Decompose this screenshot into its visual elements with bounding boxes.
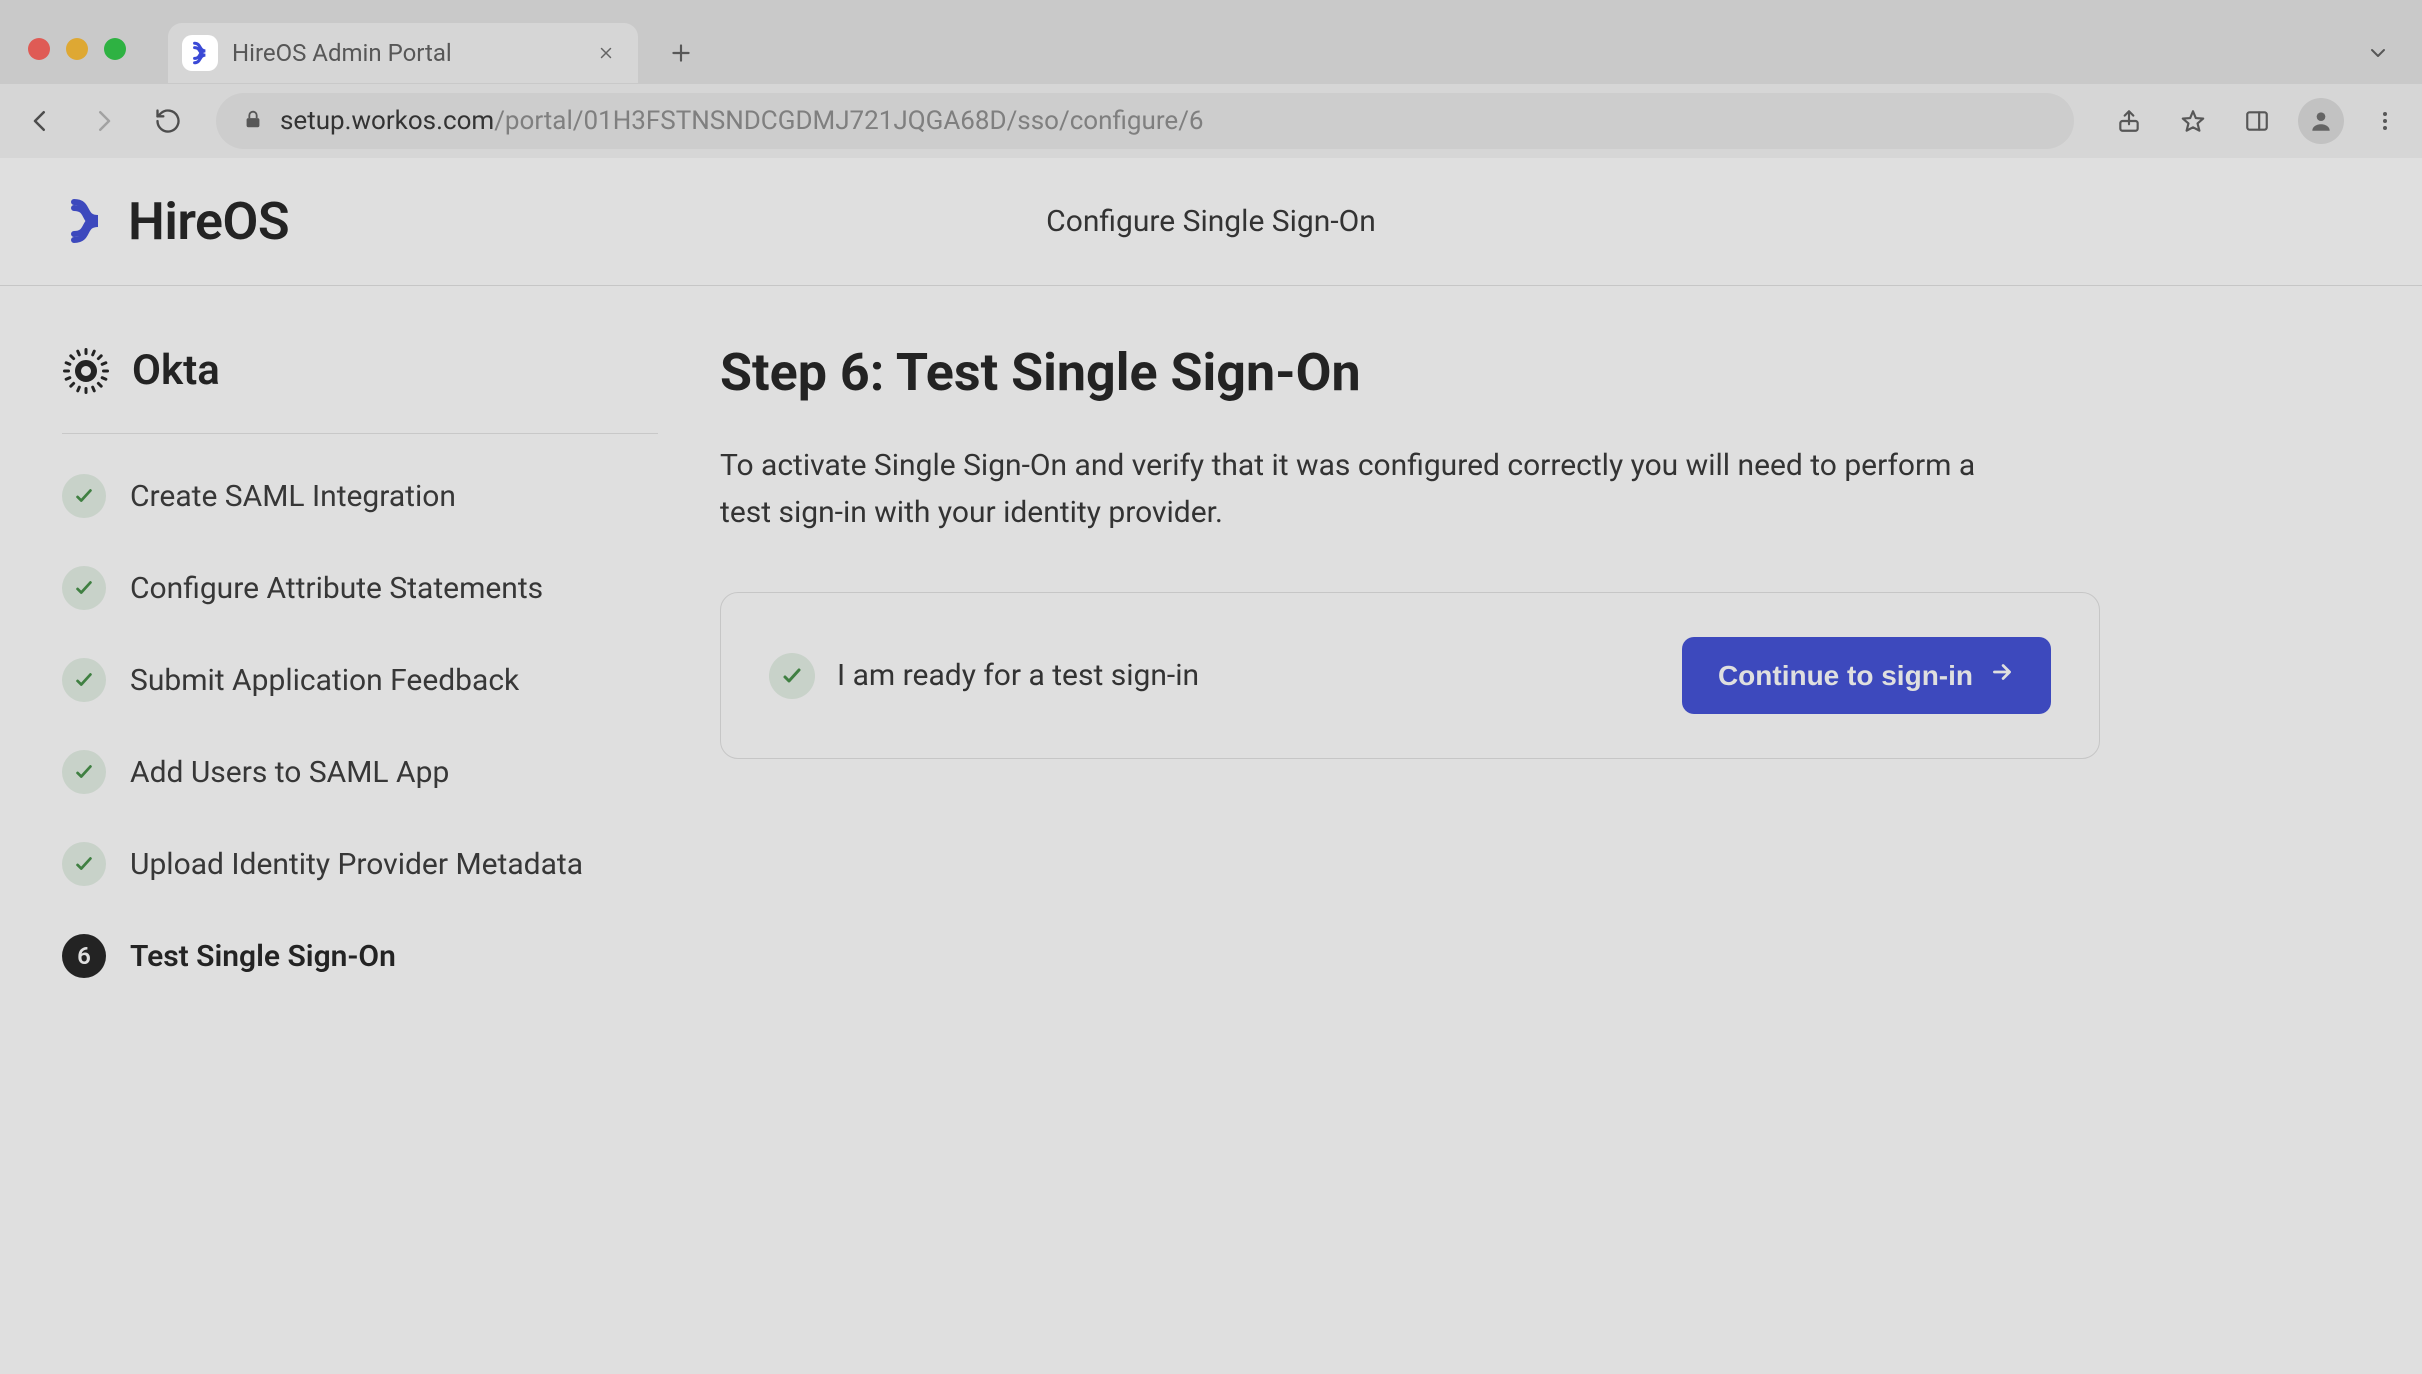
okta-icon — [62, 347, 110, 395]
step-label: Add Users to SAML App — [130, 755, 449, 790]
ready-left: I am ready for a test sign-in — [769, 653, 1199, 699]
check-icon — [62, 750, 106, 794]
step-upload-idp-metadata[interactable]: Upload Identity Provider Metadata — [62, 842, 658, 886]
step-submit-application-feedback[interactable]: Submit Application Feedback — [62, 658, 658, 702]
app-logo-icon — [62, 196, 110, 248]
step-create-saml-integration[interactable]: Create SAML Integration — [62, 474, 658, 518]
tab-favicon-icon — [182, 35, 218, 71]
window-close-button[interactable] — [28, 38, 50, 60]
nav-back-button[interactable] — [14, 95, 66, 147]
profile-avatar-button[interactable] — [2298, 98, 2344, 144]
url-host: setup.workos.com — [280, 106, 494, 136]
tab-bar: HireOS Admin Portal — [0, 0, 2422, 84]
tab-title: HireOS Admin Portal — [232, 39, 578, 67]
continue-to-sign-in-button[interactable]: Continue to sign-in — [1682, 637, 2051, 714]
step-label: Upload Identity Provider Metadata — [130, 847, 583, 882]
url-text: setup.workos.com/portal/01H3FSTNSNDCGDMJ… — [280, 106, 1204, 136]
check-icon — [769, 653, 815, 699]
browser-tab-active[interactable]: HireOS Admin Portal — [168, 23, 638, 83]
url-path: /portal/01H3FSTNSNDCGDMJ721JQGA68D/sso/c… — [494, 106, 1203, 136]
browser-chrome: HireOS Admin Portal setup.workos.c — [0, 0, 2422, 158]
app-logo-text: HireOS — [128, 191, 289, 252]
check-icon — [62, 658, 106, 702]
lock-icon — [242, 108, 264, 134]
address-bar[interactable]: setup.workos.com/portal/01H3FSTNSNDCGDMJ… — [216, 93, 2074, 149]
app-logo[interactable]: HireOS — [62, 191, 289, 252]
step-configure-attribute-statements[interactable]: Configure Attribute Statements — [62, 566, 658, 610]
window-maximize-button[interactable] — [104, 38, 126, 60]
page-title: Configure Single Sign-On — [1046, 204, 1376, 239]
arrow-right-icon — [1989, 659, 2015, 692]
check-icon — [62, 474, 106, 518]
main-content: Step 6: Test Single Sign-On To activate … — [720, 286, 2422, 1374]
step-add-users-to-saml-app[interactable]: Add Users to SAML App — [62, 750, 658, 794]
step-label: Test Single Sign-On — [130, 939, 396, 974]
browser-toolbar: setup.workos.com/portal/01H3FSTNSNDCGDMJ… — [0, 84, 2422, 158]
check-icon — [62, 842, 106, 886]
step-description: To activate Single Sign-On and verify th… — [720, 443, 2000, 536]
ready-text: I am ready for a test sign-in — [837, 658, 1199, 693]
app-header: HireOS Configure Single Sign-On — [0, 158, 2422, 286]
cta-label: Continue to sign-in — [1718, 660, 1973, 692]
side-panel-icon[interactable] — [2234, 98, 2280, 144]
provider-name: Okta — [132, 346, 220, 395]
nav-forward-button[interactable] — [78, 95, 130, 147]
app-body: Okta Create SAML Integration Configure A… — [0, 286, 2422, 1374]
window-controls — [28, 38, 126, 60]
ready-card: I am ready for a test sign-in Continue t… — [720, 592, 2100, 759]
step-test-single-sign-on[interactable]: 6 Test Single Sign-On — [62, 934, 658, 978]
nav-reload-button[interactable] — [142, 95, 194, 147]
step-heading: Step 6: Test Single Sign-On — [720, 342, 2100, 403]
step-label: Create SAML Integration — [130, 479, 456, 514]
step-label: Submit Application Feedback — [130, 663, 519, 698]
step-number-badge: 6 — [62, 934, 106, 978]
new-tab-button[interactable] — [656, 28, 706, 78]
share-icon[interactable] — [2106, 98, 2152, 144]
window-minimize-button[interactable] — [66, 38, 88, 60]
toolbar-right-icons — [2106, 98, 2408, 144]
provider-row: Okta — [62, 346, 658, 434]
step-label: Configure Attribute Statements — [130, 571, 543, 606]
step-list: Create SAML Integration Configure Attrib… — [62, 474, 658, 978]
tab-close-button[interactable] — [592, 39, 620, 67]
bookmark-star-icon[interactable] — [2170, 98, 2216, 144]
tabs-dropdown-button[interactable] — [2358, 33, 2398, 73]
kebab-menu-icon[interactable] — [2362, 98, 2408, 144]
setup-steps-sidebar: Okta Create SAML Integration Configure A… — [0, 286, 720, 1374]
check-icon — [62, 566, 106, 610]
